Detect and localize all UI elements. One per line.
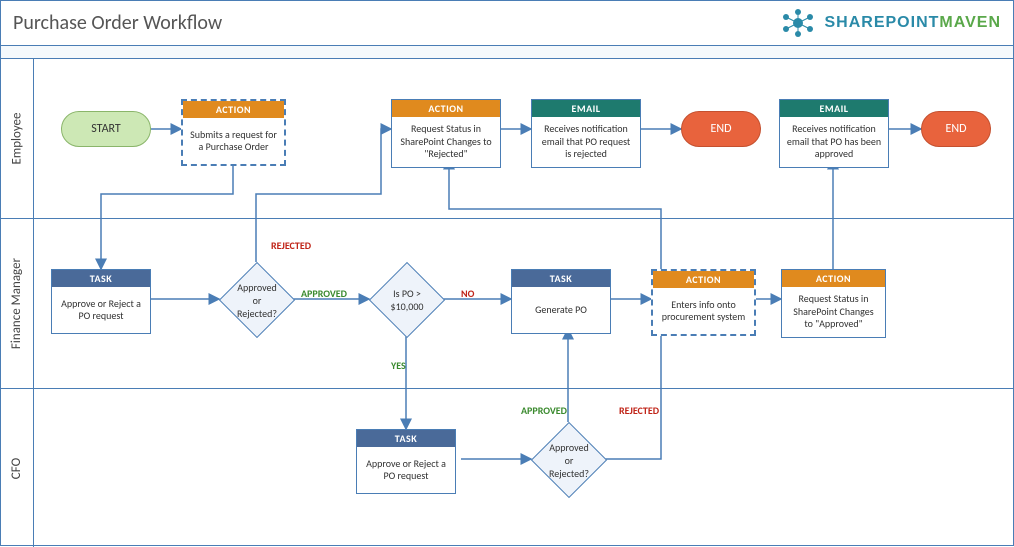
node-body: Generate PO — [512, 287, 610, 333]
lane-label-employee: Employee — [1, 59, 34, 218]
node-head: TASK — [512, 270, 610, 287]
node-head: ACTION — [653, 271, 754, 288]
action-status-approved: ACTION Request Status in SharePoint Chan… — [781, 269, 886, 338]
node-body: Submits a request for a Purchase Order — [183, 118, 284, 164]
lane-cfo: CFO — [1, 389, 1013, 547]
logo: SHAREPOINTMAVEN — [778, 9, 1001, 37]
page-title: Purchase Order Workflow — [13, 11, 222, 35]
email-approved: EMAIL Receives notification email that P… — [779, 99, 889, 168]
logo-text: SHAREPOINTMAVEN — [824, 14, 1001, 32]
task-generate-po: TASK Generate PO — [511, 269, 611, 334]
node-head: EMAIL — [532, 100, 640, 117]
node-body: Receives notification email that PO has … — [780, 117, 888, 167]
label-amt-yes: YES — [391, 359, 406, 372]
label-fm-rejected: REJECTED — [271, 239, 311, 252]
action-submit: ACTION Submits a request for a Purchase … — [181, 99, 286, 166]
action-enter-info: ACTION Enters info onto procurement syst… — [651, 269, 756, 336]
node-head: ACTION — [392, 100, 500, 117]
task-fm-approve: TASK Approve or Reject a PO request — [51, 269, 151, 334]
label-cfo-rejected: REJECTED — [619, 404, 659, 417]
label-cfo-approved: APPROVED — [521, 404, 567, 417]
start-terminator: START — [61, 111, 151, 147]
task-cfo-approve: TASK Approve or Reject a PO request — [356, 429, 456, 494]
title-bar: Purchase Order Workflow — [1, 1, 1013, 46]
node-head: ACTION — [183, 101, 284, 118]
node-head: TASK — [52, 270, 150, 287]
logo-icon — [778, 9, 818, 37]
label-amt-no: NO — [461, 287, 474, 300]
lane-label-finance: Finance Manager — [1, 219, 34, 388]
node-body: Approve or Reject a PO request — [357, 447, 455, 493]
node-head: TASK — [357, 430, 455, 447]
label-fm-approved: APPROVED — [301, 287, 347, 300]
lane-label-cfo: CFO — [1, 389, 34, 547]
node-body: Approve or Reject a PO request — [52, 287, 150, 333]
node-body: Receives notification email that PO requ… — [532, 117, 640, 167]
node-head: ACTION — [782, 270, 885, 287]
node-body: Enters info onto procurement system — [653, 288, 754, 334]
swimlanes: Employee Finance Manager CFO — [1, 59, 1013, 547]
end-terminator-1: END — [681, 111, 761, 147]
action-status-rejected: ACTION Request Status in SharePoint Chan… — [391, 99, 501, 168]
node-body: Request Status in SharePoint Changes to … — [392, 117, 500, 167]
node-head: EMAIL — [780, 100, 888, 117]
node-body: Request Status in SharePoint Changes to … — [782, 287, 885, 337]
end-terminator-2: END — [921, 111, 991, 147]
spacer — [1, 46, 1013, 59]
email-rejected: EMAIL Receives notification email that P… — [531, 99, 641, 168]
diagram-page: Purchase Order Workflow — [0, 0, 1014, 546]
